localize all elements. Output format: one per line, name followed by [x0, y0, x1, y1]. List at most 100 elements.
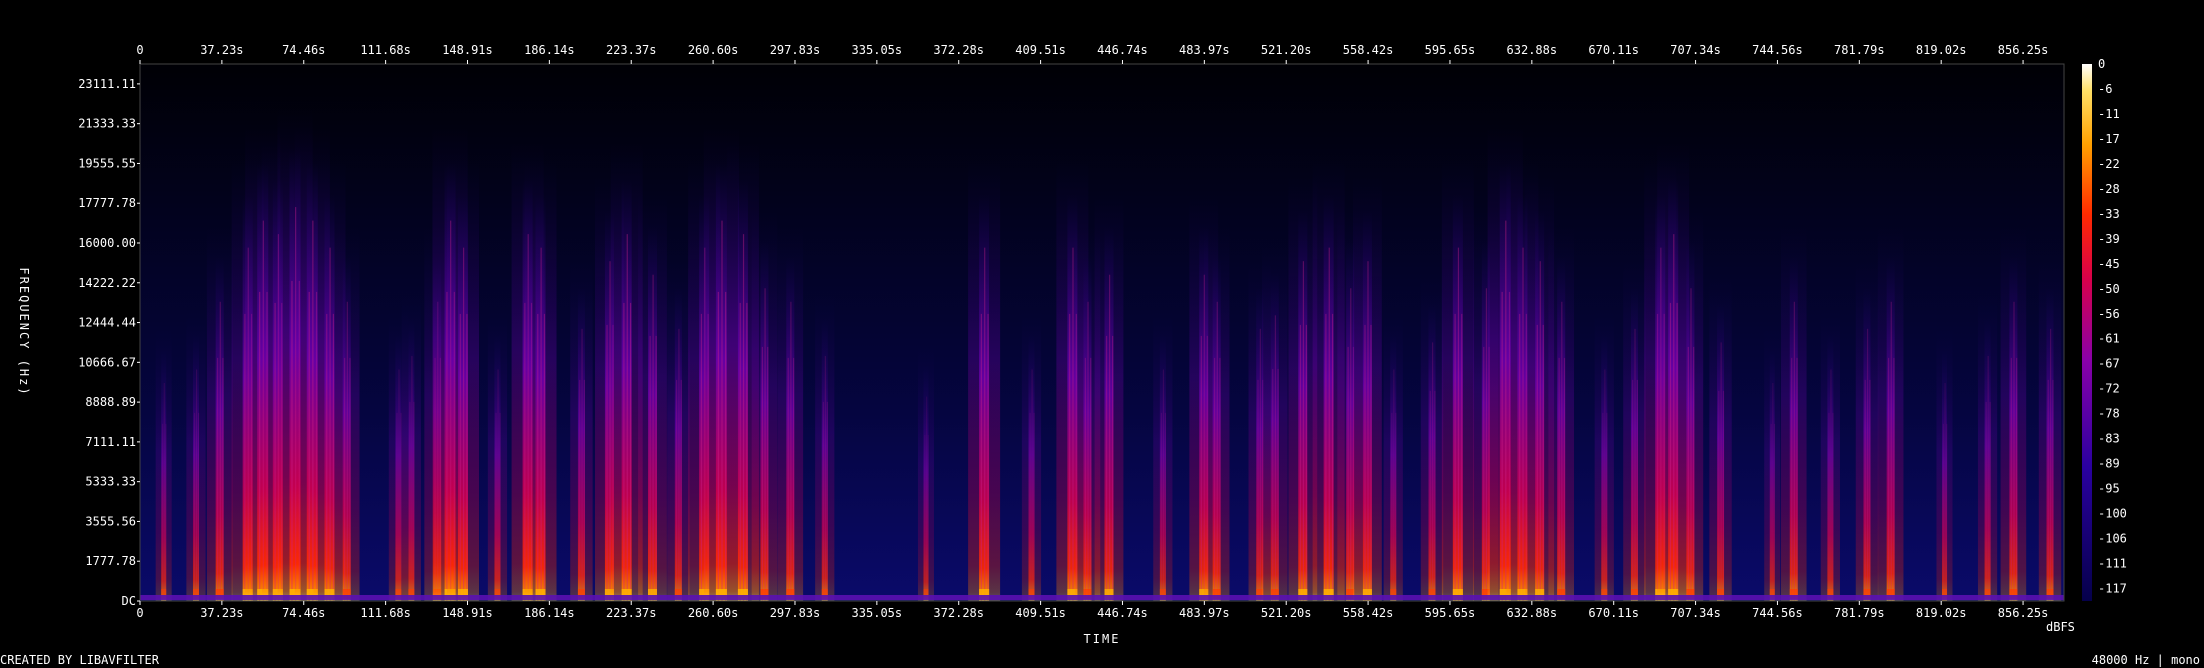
- burst-line: [925, 396, 928, 601]
- x-tick-label: 260.60s: [688, 606, 739, 620]
- colorbar-tick-label: -67: [2098, 357, 2120, 371]
- burst-line: [1331, 313, 1334, 601]
- burst-line: [346, 301, 348, 601]
- y-tick-label: 3555.56: [85, 514, 136, 528]
- x-tick-label: 632.88s: [1507, 606, 1558, 620]
- x-tick-label: 558.42s: [1343, 606, 1394, 620]
- burst-line: [927, 434, 929, 601]
- burst-line: [222, 357, 224, 601]
- burst-line: [1519, 313, 1521, 601]
- x-tick-label: 446.74s: [1097, 606, 1148, 620]
- burst-line: [1791, 357, 1793, 601]
- burst-line: [312, 220, 314, 601]
- burst-line: [1869, 379, 1871, 601]
- x-tick-label: 223.37s: [606, 606, 657, 620]
- created-by-label: CREATED BY LIBAVFILTER: [0, 653, 160, 667]
- y-tick-label: 10666.67: [78, 355, 136, 369]
- burst-line: [537, 313, 539, 601]
- x-tick-label: 595.65s: [1425, 43, 1476, 57]
- x-tick-label: 37.23s: [200, 43, 243, 57]
- burst-line: [1393, 369, 1395, 601]
- x-tick-label: 0: [136, 606, 143, 620]
- x-tick-label: 670.11s: [1588, 606, 1639, 620]
- burst-line: [1069, 313, 1071, 601]
- burst-line: [219, 301, 221, 601]
- x-tick-label: 409.51s: [1015, 606, 1066, 620]
- burst-line: [609, 261, 611, 601]
- colorbar-tick-label: -78: [2098, 407, 2120, 421]
- burst-line: [1561, 301, 1563, 601]
- burst-line: [349, 357, 351, 601]
- burst-line: [1454, 313, 1456, 601]
- x-tick-label: 595.65s: [1425, 606, 1476, 620]
- burst-line: [1370, 324, 1372, 601]
- burst-line: [396, 412, 398, 601]
- burst-line: [1693, 346, 1695, 601]
- colorbar-tick-label: -83: [2098, 432, 2120, 446]
- colorbar-tick-label: -95: [2098, 482, 2120, 496]
- colorbar-label: dBFS: [2046, 620, 2075, 634]
- burst-line: [1864, 379, 1866, 601]
- x-tick-label: 409.51s: [1015, 43, 1066, 57]
- burst-line: [466, 313, 468, 601]
- x-ticks-bottom: 0 37.23s 74.46s 111.68s 148.91s 186.14s 223.37…: [136, 601, 2048, 620]
- burst-line: [413, 401, 415, 601]
- y-tick-label: 12444.44: [78, 316, 136, 330]
- x-tick-label: 74.46s: [282, 606, 325, 620]
- burst-line: [1632, 379, 1634, 601]
- burst-line: [217, 357, 219, 601]
- burst-line: [822, 401, 824, 601]
- burst-line: [1942, 423, 1945, 601]
- y-tick-label: 17777.78: [78, 196, 136, 210]
- burst-line: [2047, 379, 2049, 601]
- burst-line: [1773, 423, 1776, 601]
- x-tick-label: 37.23s: [200, 606, 243, 620]
- burst-line: [717, 291, 719, 601]
- colorbar-tick-label: 0: [2098, 57, 2105, 71]
- x-tick-label: 297.83s: [770, 43, 821, 57]
- x-tick-label: 186.14s: [524, 606, 575, 620]
- burst-line: [1828, 412, 1830, 601]
- burst-line: [332, 313, 335, 601]
- burst-line: [1350, 288, 1352, 601]
- x-tick-label: 558.42s: [1343, 43, 1394, 57]
- burst-line: [274, 302, 276, 601]
- burst-line: [291, 280, 293, 601]
- burst-line: [1347, 346, 1349, 601]
- x-tick-label: 74.46s: [282, 43, 325, 57]
- burst-line: [1602, 412, 1604, 601]
- colorbar-tick-label: -100: [2098, 507, 2127, 521]
- y-tick-label: DC: [122, 594, 136, 608]
- burst-line: [1457, 247, 1460, 602]
- y-tick-label: 21333.33: [78, 117, 136, 131]
- burst-line: [540, 247, 542, 602]
- burst-line: [1770, 423, 1772, 601]
- burst-line: [1461, 313, 1463, 601]
- x-ticks-top: 0 37.23s 74.46s 111.68s 148.91s 186.14s 223.37…: [136, 43, 2048, 64]
- burst-line: [1604, 369, 1606, 601]
- x-axis-title: TIME: [1084, 632, 1121, 646]
- burst-line: [626, 234, 628, 602]
- burst-line: [1606, 412, 1608, 601]
- burst-line: [675, 379, 678, 601]
- x-tick-label: 819.02s: [1916, 606, 1967, 620]
- burst-line: [329, 247, 331, 602]
- burst-line: [987, 313, 989, 601]
- burst-line: [581, 328, 583, 601]
- x-tick-label: 0: [136, 43, 143, 57]
- burst-line: [1391, 412, 1393, 601]
- burst-line: [1718, 390, 1720, 601]
- burst-line: [787, 357, 789, 601]
- burst-line: [824, 355, 826, 601]
- burst-line: [1257, 379, 1259, 601]
- burst-line: [2052, 379, 2054, 601]
- colorbar-tick-label: -50: [2098, 282, 2120, 296]
- burst-line: [1429, 390, 1431, 601]
- burst-line: [1866, 328, 1869, 601]
- burst-line: [1364, 324, 1366, 601]
- burst-line: [980, 313, 982, 601]
- burst-line: [1328, 247, 1330, 602]
- y-tick-label: 1777.78: [85, 554, 136, 568]
- x-tick-label: 335.05s: [852, 606, 903, 620]
- x-tick-label: 521.20s: [1261, 606, 1312, 620]
